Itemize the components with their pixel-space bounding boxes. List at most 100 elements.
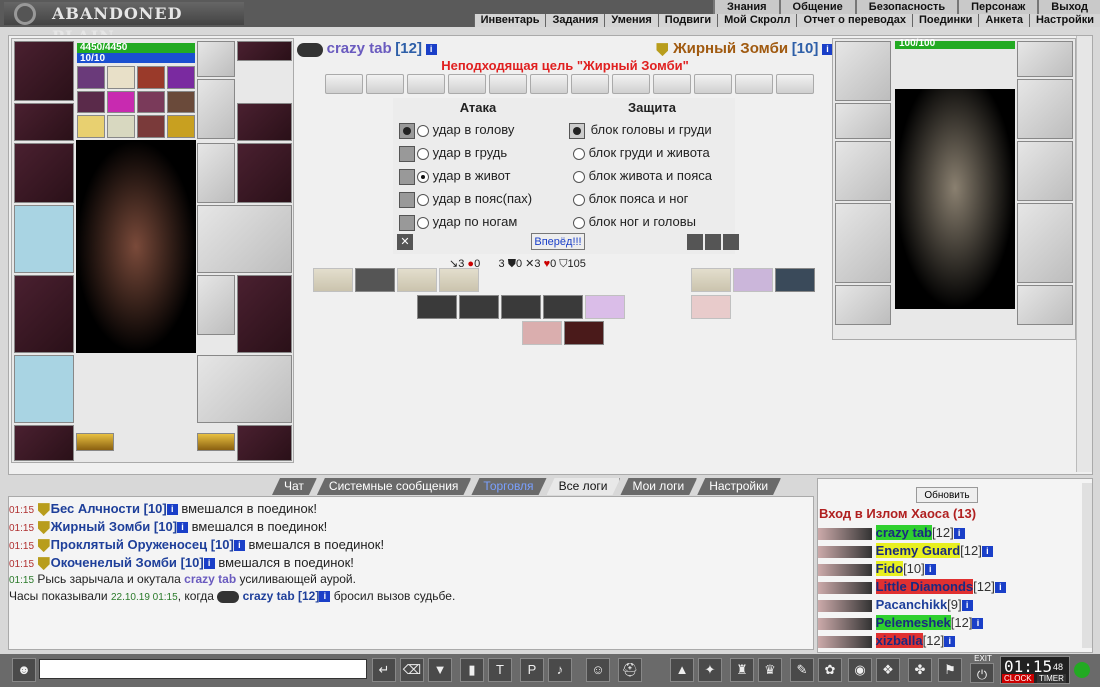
submenu-profile[interactable]: Анкета bbox=[978, 14, 1029, 27]
player-list-item[interactable]: Little Diamonds[12] i bbox=[818, 579, 1006, 594]
enemy-name[interactable]: Жирный Зомби bbox=[673, 40, 788, 57]
log-player-name[interactable]: crazy tab bbox=[243, 589, 295, 603]
amulet-slot[interactable] bbox=[237, 41, 292, 61]
player-list-name[interactable]: Pelemeshek bbox=[875, 615, 951, 630]
info-icon[interactable]: i bbox=[203, 558, 215, 570]
attack-chest[interactable]: удар в грудь bbox=[399, 145, 507, 162]
log-name[interactable]: Бес Алчности bbox=[51, 501, 140, 516]
tab-settings[interactable]: Настройки bbox=[697, 478, 781, 495]
submenu-achievements[interactable]: Подвиги bbox=[657, 14, 718, 27]
send-icon[interactable]: ↵ bbox=[372, 658, 396, 682]
ability-icon[interactable] bbox=[775, 268, 815, 292]
legs-slot[interactable] bbox=[237, 275, 292, 353]
empty-slot[interactable] bbox=[14, 205, 74, 273]
attack-radio[interactable] bbox=[417, 147, 429, 160]
list-scrollbar[interactable] bbox=[1082, 483, 1092, 648]
tab-chat[interactable]: Чат bbox=[272, 478, 317, 495]
target-slot[interactable] bbox=[530, 74, 568, 94]
target-slot[interactable] bbox=[776, 74, 814, 94]
block-head-chest[interactable]: блок головы и груди bbox=[569, 122, 712, 139]
ability-icon[interactable] bbox=[733, 268, 773, 292]
rings-slot[interactable] bbox=[197, 355, 292, 423]
cancel-icon[interactable]: ✕ bbox=[397, 234, 413, 250]
boots-slot-2[interactable] bbox=[237, 425, 292, 461]
buff-icon[interactable] bbox=[107, 66, 135, 89]
buff-icon[interactable] bbox=[77, 66, 105, 89]
player-list-item[interactable]: Pacanchikk[9] i bbox=[818, 597, 973, 612]
gloves-slot[interactable] bbox=[197, 79, 235, 139]
buff-icon[interactable] bbox=[77, 90, 105, 114]
info-icon[interactable]: i bbox=[953, 528, 965, 540]
player-list-item[interactable]: xizballa[12] i bbox=[818, 633, 956, 648]
buff-icon[interactable] bbox=[77, 115, 105, 138]
player-list-name[interactable]: Fido bbox=[875, 561, 904, 576]
buff-icon[interactable] bbox=[167, 115, 195, 138]
armor-slot-empty[interactable] bbox=[197, 205, 292, 273]
main-scrollbar[interactable] bbox=[1076, 36, 1092, 472]
info-icon[interactable]: i bbox=[924, 564, 936, 576]
block-belly-belt[interactable]: блок живота и пояса bbox=[573, 168, 712, 183]
player-name[interactable]: crazy tab bbox=[327, 40, 392, 57]
target-slot[interactable] bbox=[448, 74, 486, 94]
tactic-icon[interactable] bbox=[687, 234, 703, 250]
helmet-icon[interactable]: ⛑ bbox=[618, 658, 642, 682]
translit-icon[interactable]: T bbox=[488, 658, 512, 682]
info-icon[interactable]: i bbox=[981, 546, 993, 558]
info-icon[interactable]: i bbox=[961, 600, 973, 612]
clock-label[interactable]: CLOCK bbox=[1002, 674, 1034, 683]
private-icon[interactable]: P bbox=[520, 658, 544, 682]
log-name[interactable]: Окоченелый Зомби bbox=[51, 555, 177, 570]
player-list-name[interactable]: Enemy Guard bbox=[875, 543, 961, 558]
attack-belly[interactable]: удар в живот bbox=[399, 168, 511, 185]
log-name[interactable]: Проклятый Оруженосец bbox=[51, 537, 207, 552]
tactic-icon-2[interactable] bbox=[705, 234, 721, 250]
globe-icon[interactable]: ◉ bbox=[848, 658, 872, 682]
block-radio[interactable] bbox=[573, 193, 585, 206]
action-icon[interactable]: ✦ bbox=[698, 658, 722, 682]
action-icon[interactable]: ♜ bbox=[730, 658, 754, 682]
save-icon[interactable]: ▮ bbox=[460, 658, 484, 682]
tab-my-logs[interactable]: Мои логи bbox=[620, 478, 697, 495]
tab-all-logs[interactable]: Все логи bbox=[547, 478, 621, 495]
buff-icon[interactable] bbox=[137, 90, 165, 114]
empty-slot-2[interactable] bbox=[14, 355, 74, 423]
action-icon[interactable]: ✤ bbox=[908, 658, 932, 682]
music-icon[interactable]: ♪ bbox=[548, 658, 572, 682]
attack-head[interactable]: удар в голову bbox=[399, 122, 514, 139]
player-avatar[interactable] bbox=[76, 140, 196, 353]
player-list-name[interactable]: Pacanchikk bbox=[876, 597, 948, 612]
target-slot[interactable] bbox=[735, 74, 773, 94]
player-list-name[interactable]: xizballa bbox=[875, 633, 923, 648]
attack-radio[interactable] bbox=[417, 124, 429, 137]
player-list-name[interactable]: crazy tab bbox=[875, 525, 932, 540]
target-slot[interactable] bbox=[325, 74, 363, 94]
ability-icon[interactable] bbox=[355, 268, 395, 292]
log-player-name[interactable]: crazy tab bbox=[184, 572, 236, 586]
menu-exit[interactable]: Выход bbox=[1037, 0, 1100, 14]
ability-icon[interactable] bbox=[522, 321, 562, 345]
info-icon[interactable]: i bbox=[166, 504, 178, 516]
submenu-skills[interactable]: Умения bbox=[604, 14, 658, 27]
player-list-item[interactable]: crazy tab[12] i bbox=[818, 525, 965, 540]
boots-slot[interactable] bbox=[197, 275, 235, 335]
ability-icon[interactable] bbox=[439, 268, 479, 292]
block-belt-legs[interactable]: блок пояса и ног bbox=[573, 191, 688, 206]
smiley-icon[interactable]: ☺ bbox=[586, 658, 610, 682]
ability-icon[interactable] bbox=[691, 268, 731, 292]
submenu-quests[interactable]: Задания bbox=[545, 14, 605, 27]
attack-radio[interactable] bbox=[417, 170, 429, 183]
attack-legs[interactable]: удар по ногам bbox=[399, 214, 517, 231]
ability-icon[interactable] bbox=[417, 295, 457, 319]
timer-label[interactable]: TIMER bbox=[1037, 674, 1066, 683]
shield-slot[interactable] bbox=[197, 143, 235, 203]
submenu-inventory[interactable]: Инвентарь bbox=[473, 14, 546, 27]
enemy-avatar[interactable] bbox=[895, 89, 1015, 309]
target-slot[interactable] bbox=[612, 74, 650, 94]
tab-trade[interactable]: Торговля bbox=[471, 478, 546, 495]
info-icon[interactable]: i bbox=[972, 618, 984, 630]
gloves-slot-2[interactable] bbox=[237, 103, 292, 141]
target-slot[interactable] bbox=[366, 74, 404, 94]
block-chest-belly[interactable]: блок груди и живота bbox=[573, 145, 710, 160]
info-icon[interactable]: i bbox=[944, 636, 956, 648]
ability-icon[interactable] bbox=[543, 295, 583, 319]
